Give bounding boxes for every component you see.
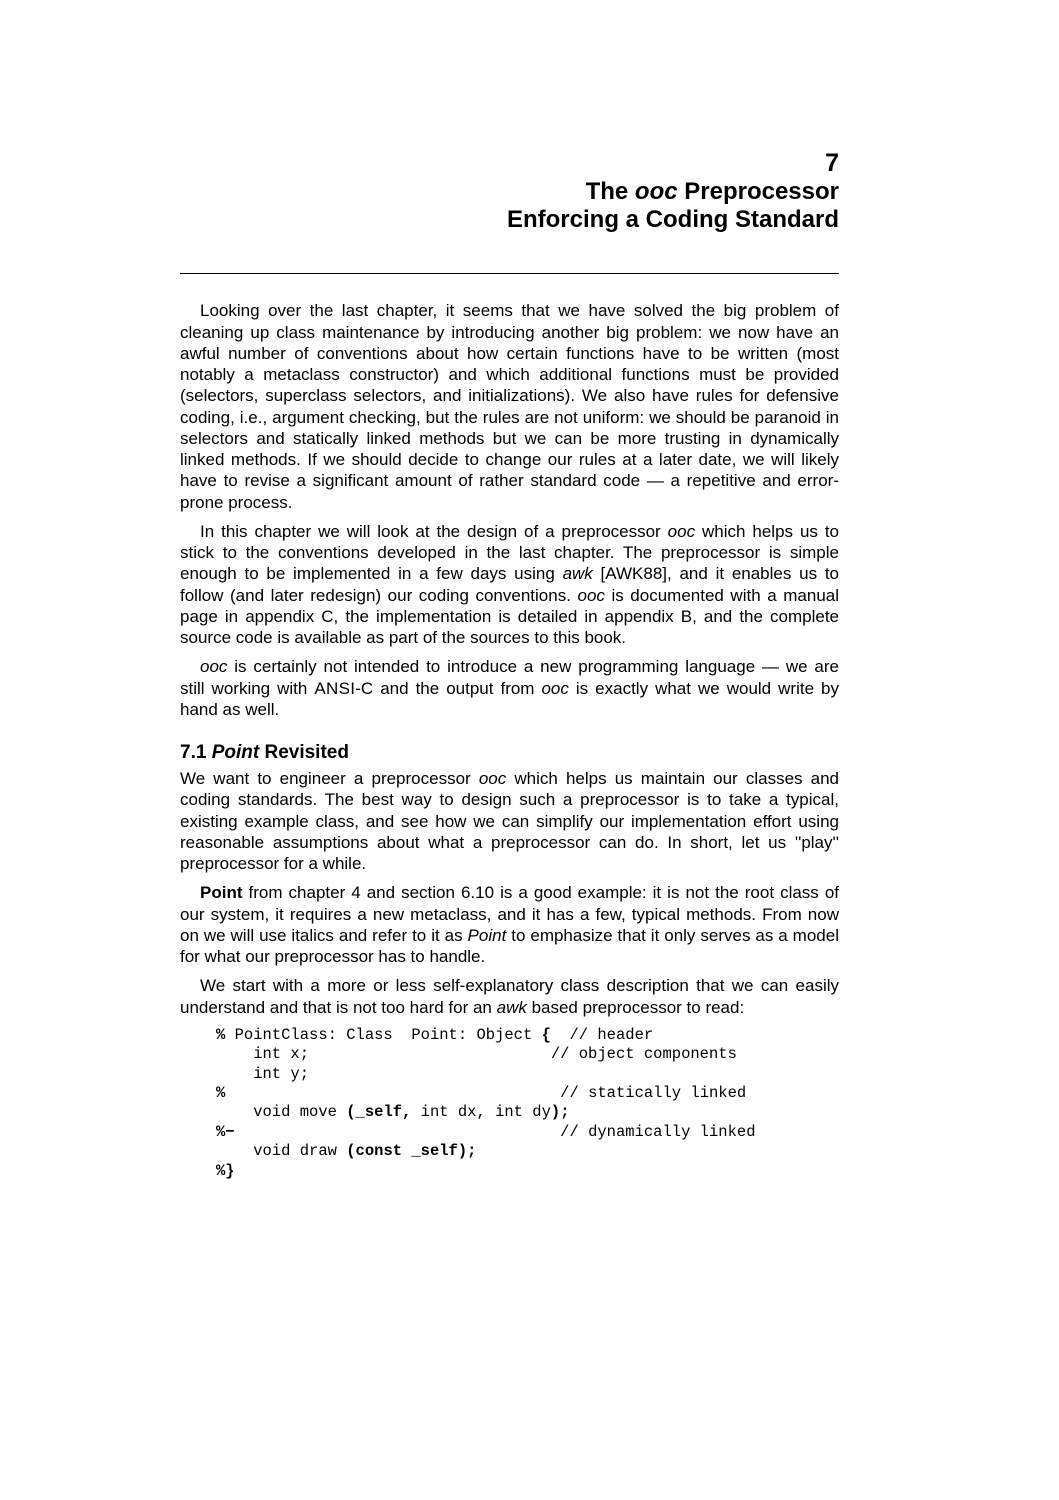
code-l6a: %− <box>216 1123 235 1141</box>
code-l1d: // header <box>551 1026 653 1044</box>
awk-word: awk <box>563 564 593 583</box>
code-l6b: // dynamically linked <box>235 1123 756 1141</box>
chapter-title-line2: Enforcing a Coding Standard <box>180 206 839 234</box>
ooc-word: ooc <box>479 769 506 788</box>
point-bold: Point <box>200 883 243 902</box>
code-l5a: void move <box>216 1103 346 1121</box>
code-l3: int y; <box>216 1065 309 1083</box>
chapter-title-line1: The ooc Preprocessor <box>180 178 839 206</box>
chapter-title-pre: The <box>586 178 635 205</box>
title-rule <box>180 273 839 274</box>
p2-t1: In this chapter we will look at the desi… <box>200 522 668 541</box>
p4-t1: We want to engineer a preprocessor <box>180 769 479 788</box>
paragraph-2: In this chapter we will look at the desi… <box>180 521 839 649</box>
code-l5c: int dx, int dy <box>411 1103 551 1121</box>
chapter-title-post: Preprocessor <box>678 178 839 205</box>
code-l1b: PointClass: Class Point: Object <box>235 1026 542 1044</box>
code-listing: % PointClass: Class Point: Object { // h… <box>216 1026 839 1181</box>
p6-t2: based preprocessor to read: <box>527 998 744 1017</box>
point-word: Point <box>212 742 260 763</box>
p3-t2: -C and the output from <box>355 679 541 698</box>
awk-word: awk <box>497 998 527 1017</box>
ooc-word: ooc <box>541 679 568 698</box>
chapter-number: 7 <box>180 150 839 176</box>
point-word: Point <box>468 926 507 945</box>
code-l7a: void draw <box>216 1142 346 1160</box>
code-l2: int x; // object components <box>216 1045 737 1063</box>
page: 7 The ooc Preprocessor Enforcing a Codin… <box>0 0 1059 1500</box>
section-number: 7.1 <box>180 742 212 763</box>
code-l1a: % <box>216 1026 235 1044</box>
paragraph-3: ooc is certainly not intended to introdu… <box>180 656 839 720</box>
code-l7b: (const _self); <box>346 1142 476 1160</box>
ooc-word: ooc <box>200 657 227 676</box>
paragraph-4: We want to engineer a preprocessor ooc w… <box>180 768 839 874</box>
paragraph-1: Looking over the last chapter, it seems … <box>180 300 839 513</box>
ansi-word: ANSI <box>314 679 355 698</box>
ooc-word: ooc <box>668 522 695 541</box>
code-l5b: (_self, <box>346 1103 411 1121</box>
code-l8a: %} <box>216 1162 235 1180</box>
code-l5d: ); <box>551 1103 570 1121</box>
code-l1c: { <box>542 1026 551 1044</box>
ooc-word: ooc <box>635 178 678 205</box>
code-l4a: % <box>216 1084 225 1102</box>
ooc-word: ooc <box>577 586 604 605</box>
paragraph-6: We start with a more or less self-explan… <box>180 975 839 1018</box>
section-heading: 7.1 Point Revisited <box>180 742 839 764</box>
code-l4b: // statically linked <box>225 1084 746 1102</box>
paragraph-5: Point from chapter 4 and section 6.10 is… <box>180 882 839 967</box>
section-rest: Revisited <box>259 742 349 763</box>
